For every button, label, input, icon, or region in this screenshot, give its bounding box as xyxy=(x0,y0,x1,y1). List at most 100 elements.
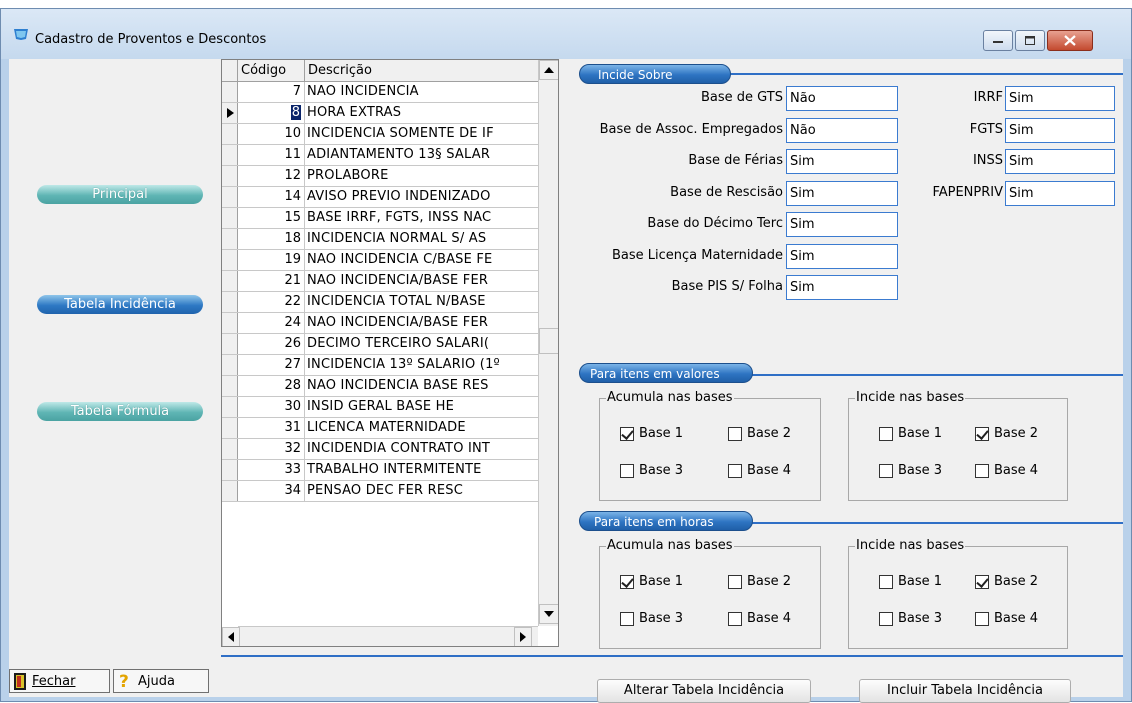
table-row[interactable]: 8 HORA EXTRAS xyxy=(222,103,538,124)
row-indicator[interactable] xyxy=(222,271,238,291)
cell-codigo[interactable]: 10 xyxy=(238,124,305,144)
ajuda-button[interactable]: ? Ajuda xyxy=(113,669,209,693)
cell-descricao[interactable]: BASE IRRF, FGTS, INSS NAC xyxy=(305,208,538,228)
scroll-left-button[interactable] xyxy=(222,627,240,646)
incide-field[interactable]: Não xyxy=(786,86,898,111)
checkbox-box[interactable] xyxy=(728,463,742,478)
cell-codigo[interactable]: 8 xyxy=(238,103,305,123)
incluir-tabela-incidencia-button[interactable]: Incluir Tabela Incidência xyxy=(859,679,1071,703)
row-indicator[interactable] xyxy=(222,250,238,270)
checkbox-box[interactable] xyxy=(879,463,893,478)
checkbox-box[interactable] xyxy=(975,426,989,441)
cell-codigo[interactable]: 26 xyxy=(238,334,305,354)
cell-descricao[interactable]: NAO INCIDENCIA/BASE FER xyxy=(305,313,538,333)
cell-descricao[interactable]: INCIDENCIA TOTAL N/BASE xyxy=(305,292,538,312)
cell-descricao[interactable]: INSID GERAL BASE HE xyxy=(305,397,538,417)
cell-descricao[interactable]: INCIDENDIA CONTRATO INT xyxy=(305,439,538,459)
table-row[interactable]: 32 INCIDENDIA CONTRATO INT xyxy=(222,439,538,460)
row-indicator[interactable] xyxy=(222,145,238,165)
valores-incide-base3-checkbox[interactable]: Base 3 xyxy=(879,463,942,478)
row-indicator[interactable] xyxy=(222,313,238,333)
table-row[interactable]: 30 INSID GERAL BASE HE xyxy=(222,397,538,418)
column-header-descricao[interactable]: Descrição xyxy=(305,60,538,82)
table-row[interactable]: 7 NAO INCIDENCIA xyxy=(222,82,538,103)
table-row[interactable]: 33 TRABALHO INTERMITENTE xyxy=(222,460,538,481)
cell-codigo[interactable]: 12 xyxy=(238,166,305,186)
row-indicator[interactable] xyxy=(222,208,238,228)
table-row[interactable]: 28 NAO INCIDENCIA BASE RES xyxy=(222,376,538,397)
cell-descricao[interactable]: INCIDENCIA 13º SALARIO (1º xyxy=(305,355,538,375)
valores-incide-base4-checkbox[interactable]: Base 4 xyxy=(975,463,1038,478)
row-indicator[interactable] xyxy=(222,124,238,144)
cell-codigo[interactable]: 18 xyxy=(238,229,305,249)
cell-codigo[interactable]: 31 xyxy=(238,418,305,438)
incide-field[interactable]: Sim xyxy=(786,212,898,237)
scroll-down-button[interactable] xyxy=(539,604,558,624)
row-indicator[interactable] xyxy=(222,397,238,417)
table-row[interactable]: 22 INCIDENCIA TOTAL N/BASE xyxy=(222,292,538,313)
row-indicator[interactable] xyxy=(222,187,238,207)
checkbox-box[interactable] xyxy=(728,611,742,626)
table-row[interactable]: 19 NAO INCIDENCIA C/BASE FE xyxy=(222,250,538,271)
cell-descricao[interactable]: LICENCA MATERNIDADE xyxy=(305,418,538,438)
checkbox-box[interactable] xyxy=(728,574,742,589)
horas-incide-base3-checkbox[interactable]: Base 3 xyxy=(879,611,942,626)
horas-incide-base2-checkbox[interactable]: Base 2 xyxy=(975,574,1038,589)
cell-descricao[interactable]: NAO INCIDENCIA C/BASE FE xyxy=(305,250,538,270)
table-row[interactable]: 26 DECIMO TERCEIRO SALARI( xyxy=(222,334,538,355)
cell-codigo[interactable]: 33 xyxy=(238,460,305,480)
cell-descricao[interactable]: ADIANTAMENTO 13§ SALAR xyxy=(305,145,538,165)
table-row[interactable]: 15 BASE IRRF, FGTS, INSS NAC xyxy=(222,208,538,229)
horas-incide-base1-checkbox[interactable]: Base 1 xyxy=(879,574,942,589)
cell-descricao[interactable]: PROLABORE xyxy=(305,166,538,186)
table-row[interactable]: 11 ADIANTAMENTO 13§ SALAR xyxy=(222,145,538,166)
column-header-codigo[interactable]: Código xyxy=(238,60,305,82)
row-indicator[interactable] xyxy=(222,292,238,312)
scroll-right-button[interactable] xyxy=(514,627,532,646)
horas-incide-base4-checkbox[interactable]: Base 4 xyxy=(975,611,1038,626)
row-indicator[interactable] xyxy=(222,103,238,123)
table-row[interactable]: 14 AVISO PREVIO INDENIZADO xyxy=(222,187,538,208)
maximize-button[interactable] xyxy=(1015,30,1045,51)
checkbox-box[interactable] xyxy=(620,463,634,478)
principal-button[interactable]: Principal xyxy=(37,185,203,204)
horizontal-scrollbar[interactable] xyxy=(222,626,538,646)
cell-codigo[interactable]: 22 xyxy=(238,292,305,312)
cell-descricao[interactable]: INCIDENCIA NORMAL S/ AS xyxy=(305,229,538,249)
horas-acumula-base2-checkbox[interactable]: Base 2 xyxy=(728,574,791,589)
table-row[interactable]: 12 PROLABORE xyxy=(222,166,538,187)
incide-field[interactable]: Sim xyxy=(1005,117,1115,143)
cell-codigo[interactable]: 21 xyxy=(238,271,305,291)
cell-codigo[interactable]: 14 xyxy=(238,187,305,207)
checkbox-box[interactable] xyxy=(620,611,634,626)
cell-descricao[interactable]: NAO INCIDENCIA BASE RES xyxy=(305,376,538,396)
tabela-incidencia-button[interactable]: Tabela Incidência xyxy=(37,295,203,314)
table-row[interactable]: 24 NAO INCIDENCIA/BASE FER xyxy=(222,313,538,334)
horas-acumula-base3-checkbox[interactable]: Base 3 xyxy=(620,611,683,626)
row-indicator[interactable] xyxy=(222,355,238,375)
cell-descricao[interactable]: AVISO PREVIO INDENIZADO xyxy=(305,187,538,207)
cell-codigo[interactable]: 30 xyxy=(238,397,305,417)
incide-field[interactable]: Sim xyxy=(786,180,898,206)
cell-descricao[interactable]: TRABALHO INTERMITENTE xyxy=(305,460,538,480)
cell-codigo[interactable]: 27 xyxy=(238,355,305,375)
valores-incide-base2-checkbox[interactable]: Base 2 xyxy=(975,426,1038,441)
row-indicator[interactable] xyxy=(222,166,238,186)
cell-descricao[interactable]: NAO INCIDENCIA/BASE FER xyxy=(305,271,538,291)
incide-field[interactable]: Sim xyxy=(1005,180,1115,206)
cell-codigo[interactable]: 11 xyxy=(238,145,305,165)
vertical-scrollbar[interactable] xyxy=(538,60,558,626)
row-indicator[interactable] xyxy=(222,481,238,501)
table-row[interactable]: 18 INCIDENCIA NORMAL S/ AS xyxy=(222,229,538,250)
cell-codigo[interactable]: 7 xyxy=(238,82,305,102)
minimize-button[interactable] xyxy=(983,30,1013,51)
alterar-tabela-incidencia-button[interactable]: Alterar Tabela Incidência xyxy=(597,679,811,703)
data-grid[interactable]: Código Descrição 7 NAO INCIDENCIA 8 HORA EX… xyxy=(221,59,559,647)
checkbox-box[interactable] xyxy=(620,426,634,441)
row-indicator[interactable] xyxy=(222,376,238,396)
cell-codigo[interactable]: 19 xyxy=(238,250,305,270)
row-indicator[interactable] xyxy=(222,229,238,249)
cell-descricao[interactable]: NAO INCIDENCIA xyxy=(305,82,538,102)
cell-descricao[interactable]: PENSAO DEC FER RESC xyxy=(305,481,538,501)
cell-descricao[interactable]: DECIMO TERCEIRO SALARI( xyxy=(305,334,538,354)
